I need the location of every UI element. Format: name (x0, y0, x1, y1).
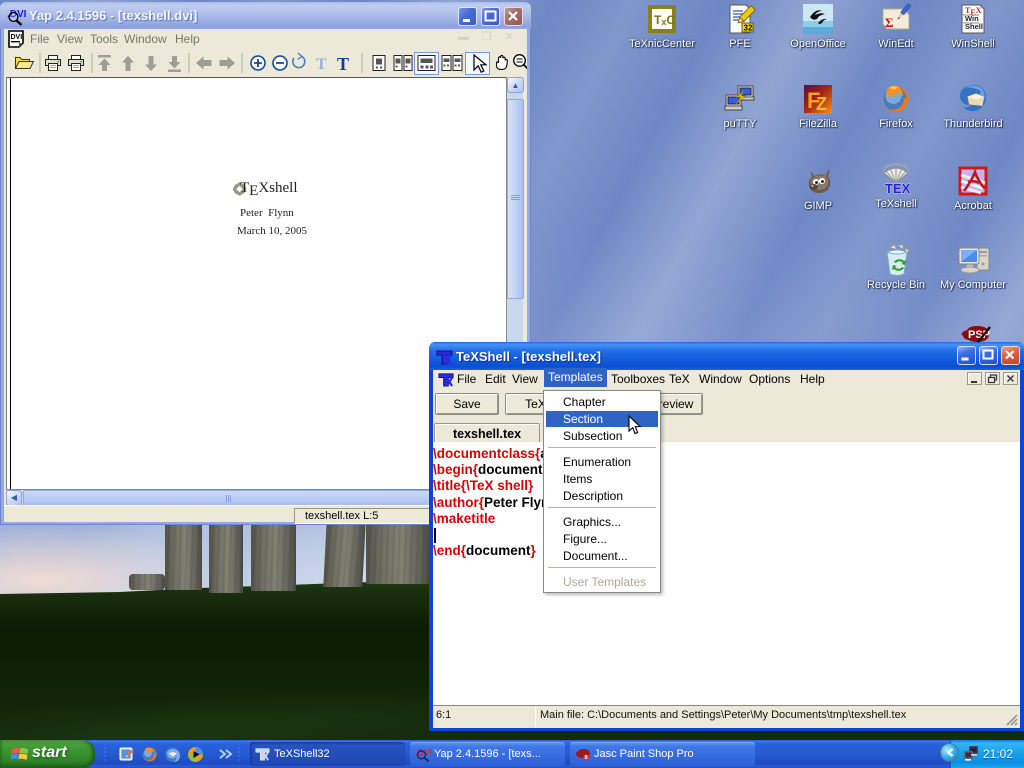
svg-text:T: T (337, 54, 349, 74)
svg-text:8: 8 (585, 755, 588, 761)
svg-text:Z: Z (816, 94, 827, 114)
svg-text:T: T (316, 56, 327, 73)
svg-text:DVI: DVI (11, 34, 23, 41)
svg-text:Σ: Σ (885, 15, 894, 30)
svg-text:TEX: TEX (885, 181, 911, 196)
svg-text:32: 32 (744, 24, 753, 33)
